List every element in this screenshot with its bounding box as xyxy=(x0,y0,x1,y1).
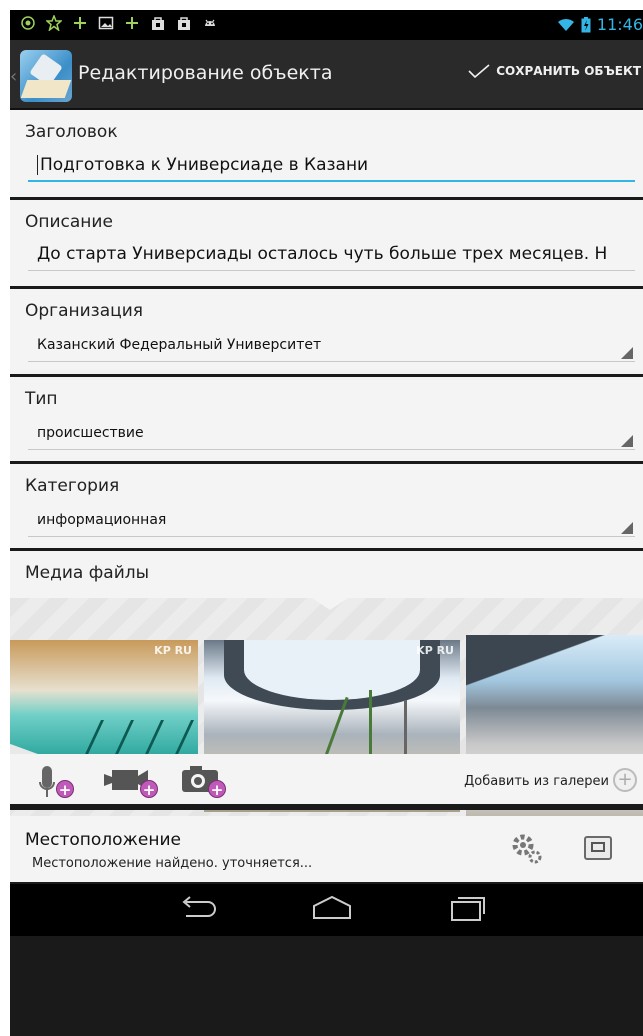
location-title: Местоположение xyxy=(25,830,181,850)
text-cursor xyxy=(37,155,38,175)
app-logo-icon[interactable] xyxy=(20,50,72,102)
home-icon[interactable] xyxy=(310,894,354,924)
title-input-underline xyxy=(28,180,635,182)
map-glyph xyxy=(591,842,605,852)
up-caret-icon[interactable]: ‹ xyxy=(10,66,17,87)
action-bar: ‹ Редактирование объекта СОХРАНИТЬ ОБЪЕК… xyxy=(10,40,643,110)
back-icon[interactable] xyxy=(178,894,218,924)
organization-label: Организация xyxy=(25,301,143,321)
description-input-underline xyxy=(28,270,635,271)
category-spinner[interactable]: информационная xyxy=(37,512,166,528)
misspelled-word[interactable]: трех xyxy=(462,244,504,264)
category-underline xyxy=(28,536,635,537)
image-icon xyxy=(98,16,114,30)
device-screen: 11:46 ‹ Редактирование объекта СОХРАНИТЬ… xyxy=(10,10,643,1036)
navigation-bar xyxy=(10,884,643,936)
add-video-button[interactable]: + xyxy=(104,764,160,800)
save-object-button[interactable]: СОХРАНИТЬ ОБЪЕКТ xyxy=(468,64,641,78)
description-input[interactable]: До старта Универсиады осталось чуть боль… xyxy=(37,244,637,264)
add-badge-icon: + xyxy=(208,780,226,799)
spinner-arrow-icon xyxy=(621,522,633,534)
plus-icon xyxy=(126,17,138,29)
map-fold-glyph xyxy=(20,80,72,98)
type-spinner[interactable]: происшествие xyxy=(37,425,144,441)
settings-gear-icon[interactable] xyxy=(510,832,544,866)
add-badge-icon: + xyxy=(56,780,74,799)
description-card: Описание До старта Универсиады осталось … xyxy=(10,200,643,289)
description-value-start: До старта Универсиады осталось чуть боль… xyxy=(37,244,463,264)
add-from-gallery-icon[interactable]: + xyxy=(613,768,637,792)
description-label: Описание xyxy=(25,212,113,232)
star-icon xyxy=(46,15,62,31)
add-badge-icon: + xyxy=(140,780,158,799)
organization-spinner[interactable]: Казанский Федеральный Университет xyxy=(37,337,321,353)
system-indicators: 11:46 xyxy=(557,15,643,34)
title-label: Заголовок xyxy=(25,122,118,142)
watermark: KP RU xyxy=(416,644,454,657)
media-actions-bar: + + + Добавить из галереи + xyxy=(10,754,643,810)
plus-icon xyxy=(74,17,86,29)
add-audio-button[interactable]: + xyxy=(38,764,74,800)
type-card: Тип происшествие xyxy=(10,377,643,464)
spinner-arrow-icon xyxy=(621,347,633,359)
crane xyxy=(404,700,407,760)
gallery-notch-top xyxy=(312,598,348,610)
media-label: Медиа файлы xyxy=(25,563,150,583)
type-label: Тип xyxy=(25,389,58,409)
save-object-label: СОХРАНИТЬ ОБЪЕКТ xyxy=(496,64,641,78)
add-photo-button[interactable]: + xyxy=(180,764,230,800)
location-status: Местоположение найдено. уточняется... xyxy=(32,856,313,871)
title-value: Подготовка к Универсиаде в Казани xyxy=(40,155,369,175)
title-card: Заголовок Подготовка к Универсиаде в Каз… xyxy=(10,110,643,200)
organization-underline xyxy=(28,361,635,362)
shopping-bag-icon xyxy=(178,17,190,30)
category-card: Категория информационная xyxy=(10,464,643,551)
status-bar: 11:46 xyxy=(10,10,643,40)
recents-icon[interactable] xyxy=(448,894,488,924)
spinner-arrow-icon xyxy=(621,435,633,447)
category-label: Категория xyxy=(25,476,120,496)
android-icon xyxy=(205,19,215,26)
battery-charging-icon xyxy=(581,16,591,32)
description-value-end: месяцев. Н xyxy=(503,244,608,264)
roof-beam xyxy=(466,635,643,695)
crane xyxy=(369,690,372,760)
title-input[interactable]: Подготовка к Универсиаде в Казани xyxy=(37,155,637,175)
location-section: Местоположение Местоположение найдено. у… xyxy=(10,816,643,882)
clock: 11:46 xyxy=(596,15,643,34)
add-from-gallery-link[interactable]: Добавить из галереи xyxy=(464,774,609,789)
map-icon[interactable] xyxy=(584,836,612,860)
organization-card: Организация Казанский Федеральный Универ… xyxy=(10,289,643,377)
notification-icons xyxy=(20,15,218,31)
checkmark-icon xyxy=(468,64,490,78)
location-target-icon xyxy=(21,16,35,30)
watermark: KP RU xyxy=(154,644,192,657)
wifi-icon xyxy=(557,18,574,31)
type-underline xyxy=(28,449,635,450)
media-header: Медиа файлы xyxy=(10,551,643,598)
page-title: Редактирование объекта xyxy=(78,62,333,84)
sky-opening xyxy=(244,640,420,700)
shopping-bag-icon xyxy=(152,17,164,30)
